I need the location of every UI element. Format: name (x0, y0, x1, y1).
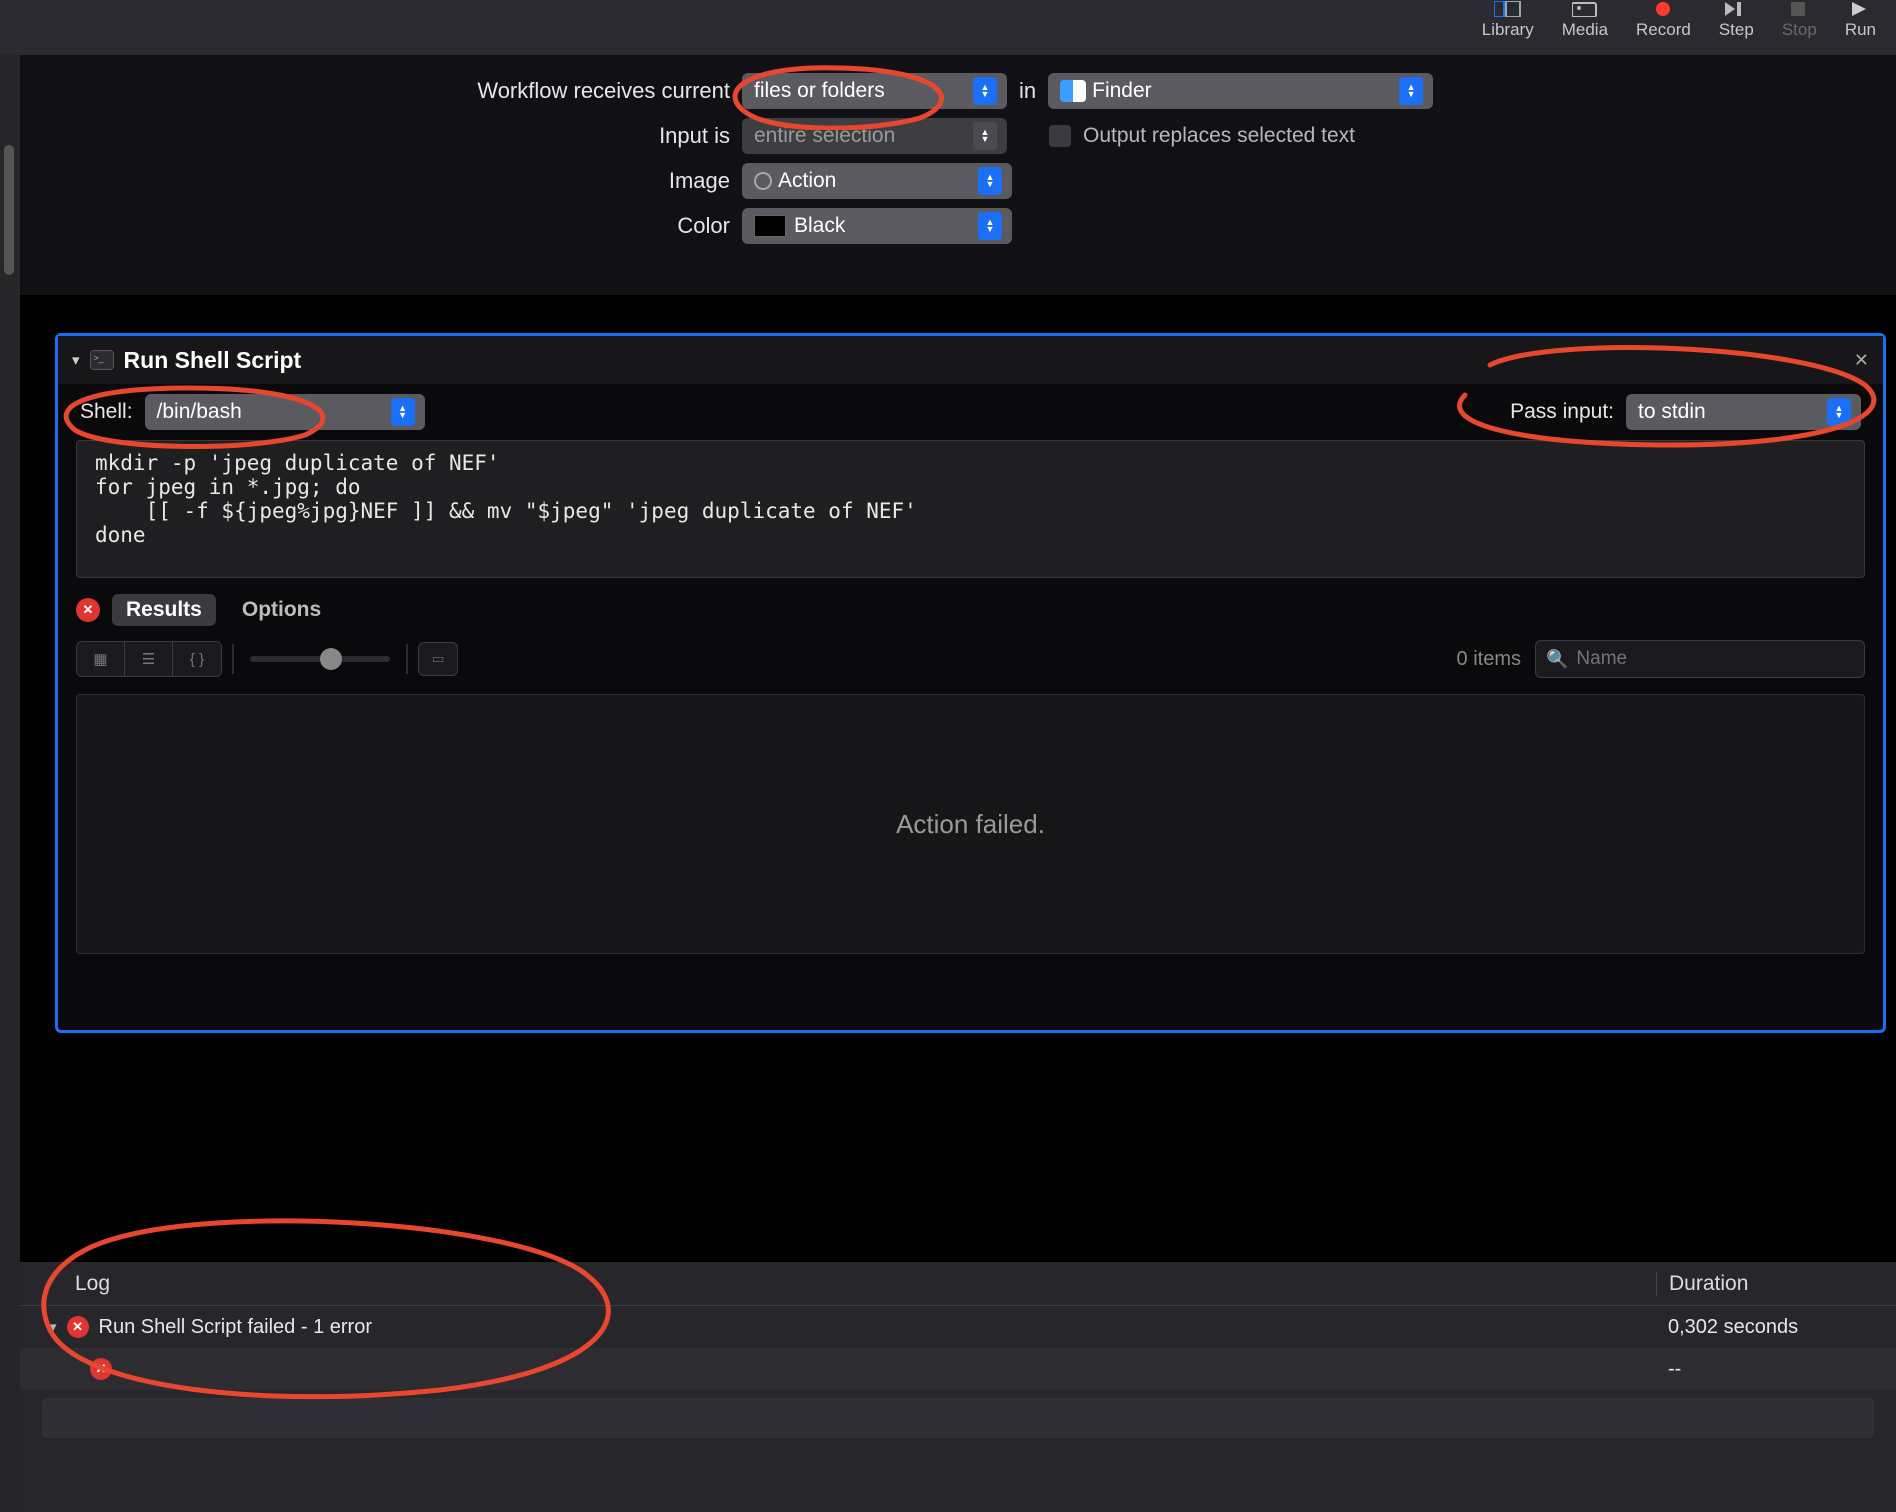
input-dropdown: entire selection ▲▼ (742, 118, 1007, 154)
error-icon: ✕ (90, 1358, 112, 1380)
view-list-icon[interactable]: ☰ (125, 642, 173, 676)
log-row-duration: 0,302 seconds (1656, 1316, 1876, 1339)
results-search[interactable]: 🔍 (1535, 640, 1865, 678)
shell-label: Shell: (80, 400, 133, 424)
library-label: Library (1482, 20, 1534, 40)
zoom-slider[interactable] (250, 656, 390, 662)
log-panel: Log Duration ▾ ✕ Run Shell Script failed… (20, 1262, 1896, 1512)
quicklook-button[interactable]: ▭ (418, 642, 458, 676)
chevron-updown-icon: ▲▼ (1399, 77, 1423, 105)
record-icon (1648, 0, 1678, 18)
step-icon (1721, 0, 1751, 18)
result-status: Action failed. (896, 809, 1045, 840)
error-icon: ✕ (67, 1316, 89, 1338)
library-button[interactable]: Library (1482, 0, 1534, 40)
chevron-updown-icon: ▲▼ (1827, 398, 1851, 426)
view-grid-icon[interactable]: ▦ (77, 642, 125, 676)
log-header-label: Log (75, 1272, 110, 1296)
input-label: Input is (120, 123, 730, 149)
close-icon[interactable]: ✕ (1854, 350, 1869, 371)
image-dropdown[interactable]: Action ▲▼ (742, 163, 1012, 199)
stop-label: Stop (1782, 20, 1817, 40)
divider (406, 644, 408, 674)
scroll-thumb[interactable] (4, 145, 14, 275)
shell-value: /bin/bash (157, 400, 242, 424)
results-canvas: Action failed. (76, 694, 1865, 954)
log-row[interactable]: ▾ ✕ Run Shell Script failed - 1 error 0,… (20, 1306, 1896, 1348)
media-button[interactable]: Media (1562, 0, 1608, 40)
library-icon (1493, 0, 1523, 18)
divider (232, 644, 234, 674)
media-label: Media (1562, 20, 1608, 40)
passinput-value: to stdin (1638, 400, 1706, 424)
log-row-duration: -- (1656, 1358, 1876, 1381)
receives-dropdown[interactable]: files or folders ▲▼ (742, 73, 1007, 109)
image-label: Image (120, 168, 730, 194)
left-gutter (0, 55, 20, 1512)
passinput-dropdown[interactable]: to stdin ▲▼ (1626, 394, 1861, 430)
color-swatch (754, 215, 786, 237)
items-count: 0 items (1457, 648, 1521, 671)
action-controls: Shell: /bin/bash ▲▼ Pass input: to stdin… (58, 384, 1883, 440)
view-mode-segment[interactable]: ▦ ☰ { } (76, 641, 222, 677)
image-value: Action (778, 169, 836, 193)
output-replaces-checkbox[interactable] (1049, 125, 1071, 147)
disclose-icon[interactable]: ▾ (72, 351, 80, 369)
search-input[interactable] (1576, 648, 1854, 670)
action-header[interactable]: ▾ Run Shell Script ✕ (58, 336, 1883, 384)
log-header: Log Duration (20, 1262, 1896, 1306)
view-braces-icon[interactable]: { } (173, 642, 221, 676)
duration-header: Duration (1656, 1272, 1876, 1296)
shell-dropdown[interactable]: /bin/bash ▲▼ (145, 394, 425, 430)
chevron-down-icon[interactable]: ▾ (50, 1319, 57, 1335)
color-value: Black (794, 214, 845, 238)
stop-button: Stop (1782, 0, 1817, 40)
terminal-icon (90, 350, 114, 370)
log-row[interactable]: ✕ -- (20, 1348, 1896, 1390)
record-button[interactable]: Record (1636, 0, 1691, 40)
app-dropdown[interactable]: Finder ▲▼ (1048, 73, 1433, 109)
gear-icon (754, 172, 772, 190)
run-label: Run (1845, 20, 1876, 40)
step-label: Step (1719, 20, 1754, 40)
run-button[interactable]: Run (1845, 0, 1876, 40)
chevron-updown-icon: ▲▼ (391, 398, 415, 426)
step-button[interactable]: Step (1719, 0, 1754, 40)
output-replaces-label: Output replaces selected text (1083, 124, 1355, 148)
action-title: Run Shell Script (124, 347, 302, 374)
results-view-toolbar: ▦ ☰ { } ▭ 0 items 🔍 (58, 634, 1883, 688)
search-icon: 🔍 (1546, 649, 1568, 670)
passinput-label: Pass input: (1510, 400, 1614, 424)
slider-knob[interactable] (320, 648, 342, 670)
record-label: Record (1636, 20, 1691, 40)
finder-icon (1060, 80, 1086, 102)
log-row-text: Run Shell Script failed - 1 error (99, 1316, 372, 1339)
results-bar: ✕ Results Options (58, 578, 1883, 634)
stop-icon (1784, 0, 1814, 18)
error-icon[interactable]: ✕ (76, 598, 100, 622)
options-tab[interactable]: Options (228, 594, 335, 626)
receives-value: files or folders (754, 79, 885, 103)
run-icon (1845, 0, 1875, 18)
script-textarea[interactable]: mkdir -p 'jpeg duplicate of NEF' for jpe… (76, 440, 1865, 578)
log-empty-row (42, 1398, 1874, 1438)
input-value: entire selection (754, 124, 895, 148)
chevron-updown-icon: ▲▼ (973, 122, 997, 150)
media-icon (1570, 0, 1600, 18)
color-label: Color (120, 213, 730, 239)
receives-label: Workflow receives current (120, 78, 730, 104)
chevron-updown-icon: ▲▼ (973, 77, 997, 105)
in-label: in (1019, 78, 1036, 104)
toolbar: Library Media Record Step Stop Run (0, 0, 1896, 55)
chevron-updown-icon: ▲▼ (978, 212, 1002, 240)
run-shell-script-action: ▾ Run Shell Script ✕ Shell: /bin/bash ▲▼… (55, 333, 1886, 1033)
chevron-updown-icon: ▲▼ (978, 167, 1002, 195)
app-value: Finder (1092, 79, 1152, 103)
workflow-config: Workflow receives current files or folde… (20, 55, 1896, 295)
results-tab[interactable]: Results (112, 594, 216, 626)
color-dropdown[interactable]: Black ▲▼ (742, 208, 1012, 244)
